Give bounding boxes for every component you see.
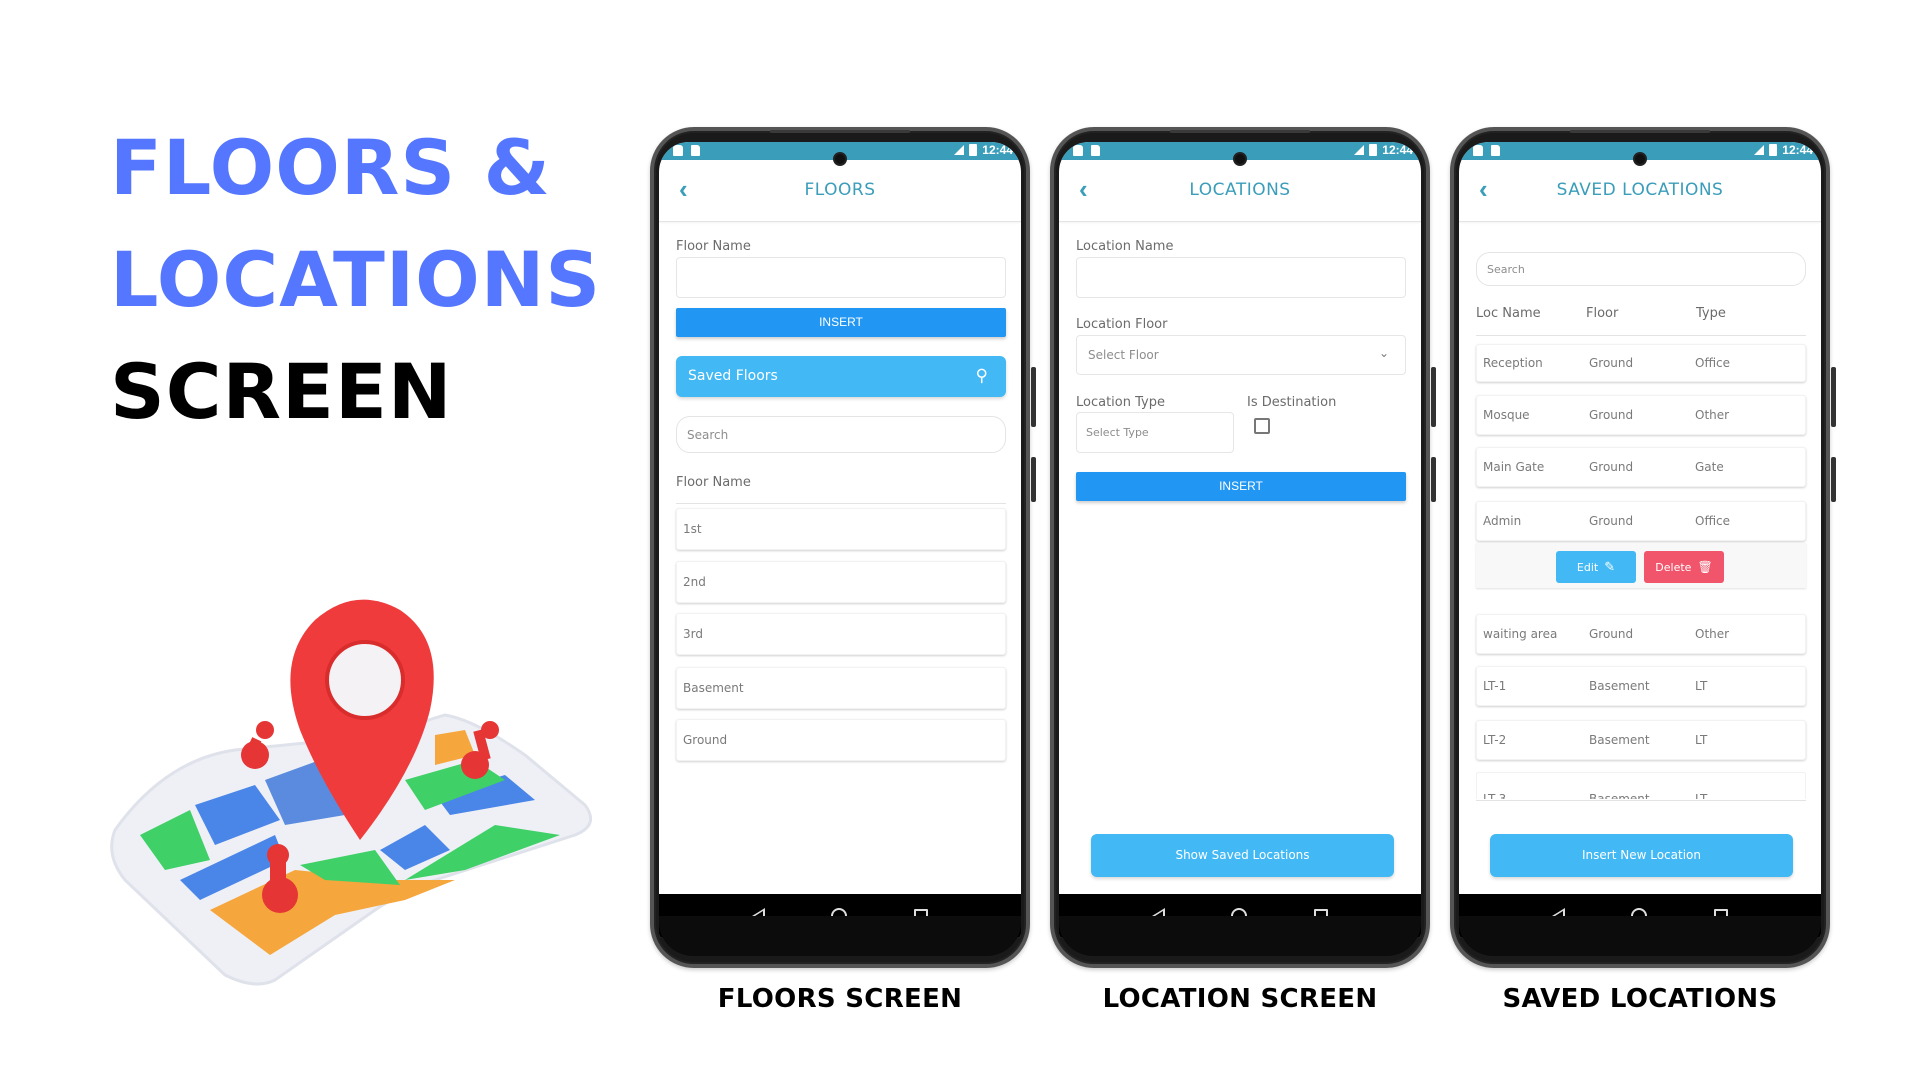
search-input[interactable]: Search xyxy=(1476,252,1806,286)
show-saved-locations-button[interactable]: Show Saved Locations xyxy=(1091,834,1394,877)
search-input[interactable]: Search xyxy=(676,416,1006,453)
caption-location-screen: LOCATION SCREEN xyxy=(1102,984,1378,1014)
app-bar: ‹ SAVED LOCATIONS xyxy=(1459,160,1821,222)
table-row[interactable]: Mosque Ground Other xyxy=(1476,395,1806,435)
search-icon[interactable]: ⚲ xyxy=(976,356,988,397)
table-row[interactable]: Reception Ground Office xyxy=(1476,344,1806,382)
front-camera xyxy=(1633,152,1647,166)
table-row-selected[interactable]: Admin Ground Office xyxy=(1476,501,1806,541)
list-bottom-divider xyxy=(1476,800,1806,801)
page-title: LOCATIONS xyxy=(1189,180,1291,200)
table-header: Loc Name Floor Type xyxy=(1476,306,1796,321)
sd-card-icon xyxy=(691,145,700,156)
list-divider xyxy=(676,503,1006,504)
android-icon xyxy=(1473,145,1483,156)
volume-button xyxy=(1831,367,1836,427)
signal-lte-icon xyxy=(1754,145,1765,155)
saved-locations-list: Search Loc Name Floor Type Reception Grou… xyxy=(1459,222,1821,894)
battery-charging-icon xyxy=(1369,144,1378,156)
insert-button[interactable]: INSERT xyxy=(1076,472,1406,501)
edit-button[interactable]: Edit ✎ xyxy=(1556,551,1636,583)
column-header: Type xyxy=(1696,306,1726,321)
sd-card-icon xyxy=(1491,145,1500,156)
status-time: 12:44 xyxy=(1782,143,1813,157)
table-row[interactable]: LT-2 Basement LT xyxy=(1476,720,1806,760)
power-button xyxy=(1831,457,1836,502)
list-item[interactable]: 1st xyxy=(676,508,1006,550)
app-bar: ‹ FLOORS xyxy=(659,160,1021,222)
screen: 12:44 ‹ SAVED LOCATIONS Search Loc Name … xyxy=(1459,142,1821,938)
saved-floors-bar[interactable]: Saved Floors ⚲ xyxy=(676,356,1006,397)
table-row-clipped[interactable]: LT-3 Basement LT xyxy=(1476,772,1806,799)
list-item[interactable]: 2nd xyxy=(676,561,1006,603)
insert-new-location-button[interactable]: Insert New Location xyxy=(1490,834,1793,877)
table-row[interactable]: Main Gate Ground Gate xyxy=(1476,447,1806,487)
list-item[interactable]: 3rd xyxy=(676,613,1006,655)
speaker-grille xyxy=(1170,130,1310,133)
sd-card-icon xyxy=(1091,145,1100,156)
screen: 12:44 ‹ LOCATIONS Location Name Location… xyxy=(1059,142,1421,938)
floor-name-label: Floor Name xyxy=(676,239,751,254)
location-type-label: Location Type xyxy=(1076,395,1165,410)
status-time: 12:44 xyxy=(982,143,1013,157)
location-name-input[interactable] xyxy=(1076,257,1406,298)
floors-form: Floor Name INSERT Saved Floors ⚲ Search … xyxy=(659,222,1021,894)
edit-icon: ✎ xyxy=(1604,559,1616,575)
phone-saved-locations-screen: 12:44 ‹ SAVED LOCATIONS Search Loc Name … xyxy=(1450,127,1836,968)
map-pin-illustration xyxy=(110,599,593,986)
column-header: Floor xyxy=(1586,306,1619,321)
speaker-grille xyxy=(770,130,910,133)
hero-line-2: LOCATIONS xyxy=(110,235,602,324)
front-camera xyxy=(1233,152,1247,166)
signal-lte-icon xyxy=(1354,145,1365,155)
battery-charging-icon xyxy=(969,144,978,156)
signal-lte-icon xyxy=(954,145,965,155)
android-icon xyxy=(673,145,683,156)
volume-button xyxy=(1031,367,1036,427)
power-button xyxy=(1031,457,1036,502)
list-item[interactable]: Basement xyxy=(676,667,1006,709)
hero-line-1: FLOORS & xyxy=(110,123,551,212)
table-row[interactable]: waiting area Ground Other xyxy=(1476,614,1806,654)
front-camera xyxy=(833,152,847,166)
page-title: FLOORS xyxy=(804,180,876,200)
location-floor-label: Location Floor xyxy=(1076,317,1168,332)
hero-heading: FLOORS & LOCATIONS SCREEN xyxy=(110,112,601,448)
is-destination-label: Is Destination xyxy=(1247,395,1337,410)
list-header-floor-name: Floor Name xyxy=(676,475,751,490)
phone-floors-screen: 12:44 ‹ FLOORS Floor Name INSERT Saved F… xyxy=(650,127,1036,968)
column-header: Loc Name xyxy=(1476,306,1541,321)
volume-button xyxy=(1431,367,1436,427)
caption-saved-locations: SAVED LOCATIONS xyxy=(1502,984,1778,1014)
insert-button[interactable]: INSERT xyxy=(676,308,1006,337)
location-name-label: Location Name xyxy=(1076,239,1174,254)
caption-floors-screen: FLOORS SCREEN xyxy=(717,984,963,1014)
type-select[interactable]: Select Type xyxy=(1076,412,1234,453)
app-bar: ‹ LOCATIONS xyxy=(1059,160,1421,222)
is-destination-checkbox[interactable] xyxy=(1254,418,1270,434)
floor-select-dropdown[interactable]: Select Floor ⌄ xyxy=(1076,335,1406,375)
list-item[interactable]: Ground xyxy=(676,719,1006,761)
table-row[interactable]: LT-1 Basement LT xyxy=(1476,666,1806,706)
floor-name-input[interactable] xyxy=(676,257,1006,298)
android-icon xyxy=(1073,145,1083,156)
screen: 12:44 ‹ FLOORS Floor Name INSERT Saved F… xyxy=(659,142,1021,938)
delete-button[interactable]: Delete 🗑 xyxy=(1644,551,1724,583)
row-actions: Edit ✎ Delete 🗑 xyxy=(1476,543,1806,588)
page-title: SAVED LOCATIONS xyxy=(1556,180,1724,200)
saved-floors-label: Saved Floors xyxy=(688,368,778,384)
speaker-grille xyxy=(1570,130,1710,133)
table-divider xyxy=(1476,335,1806,336)
status-time: 12:44 xyxy=(1382,143,1413,157)
location-form: Location Name Location Floor Select Floo… xyxy=(1059,222,1421,894)
phone-locations-screen: 12:44 ‹ LOCATIONS Location Name Location… xyxy=(1050,127,1436,968)
trash-icon: 🗑 xyxy=(1697,560,1713,574)
battery-charging-icon xyxy=(1769,144,1778,156)
power-button xyxy=(1431,457,1436,502)
hero-line-3: SCREEN xyxy=(110,347,453,436)
chevron-down-icon: ⌄ xyxy=(1378,346,1389,360)
